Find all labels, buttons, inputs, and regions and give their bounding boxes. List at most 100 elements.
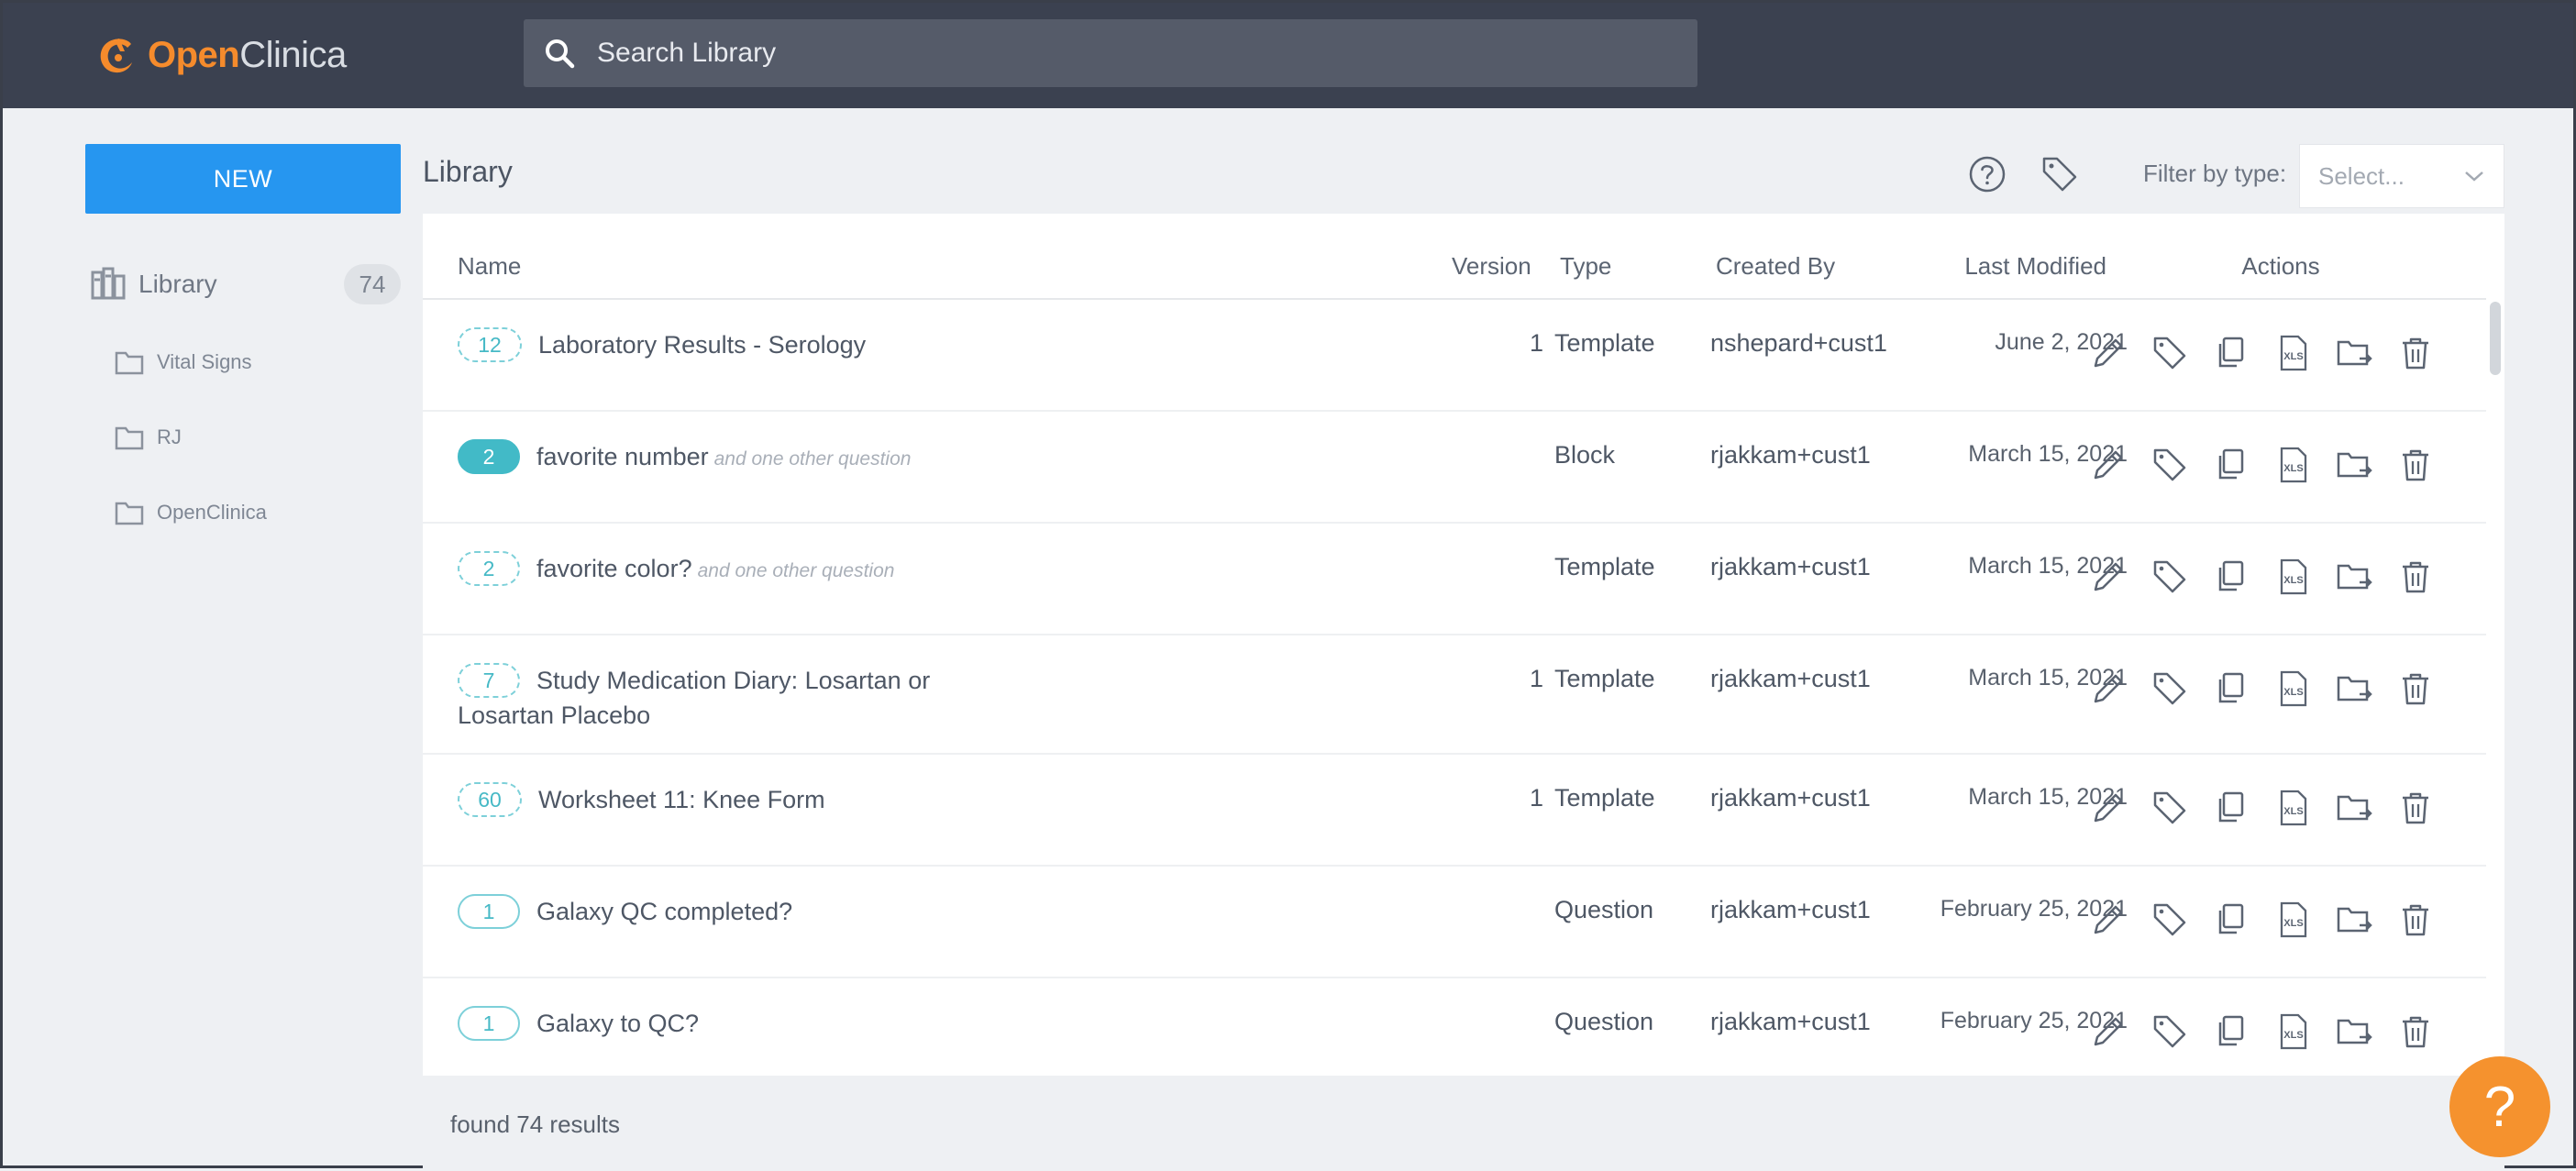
trash-icon[interactable]	[2397, 1013, 2434, 1050]
search-bar[interactable]	[524, 19, 1697, 87]
row-actions: XLS	[2090, 901, 2459, 938]
xls-icon[interactable]: XLS	[2274, 670, 2311, 707]
table-row[interactable]: 12 Laboratory Results - Serology 1 Template…	[423, 298, 2486, 412]
move-to-folder-icon[interactable]	[2336, 901, 2372, 938]
item-version: 1	[1529, 665, 1543, 692]
copy-icon[interactable]	[2213, 335, 2250, 371]
item-created-by: rjakkam+cust1	[1710, 784, 1871, 812]
table-scrollbar[interactable]	[2486, 298, 2504, 1076]
search-input[interactable]	[595, 37, 1653, 70]
table-row[interactable]: 1 Galaxy to QC? Question rjakkam+cust1 Febru…	[423, 977, 2486, 1077]
column-header-type[interactable]: Type	[1560, 252, 1611, 281]
item-created-by: rjakkam+cust1	[1710, 896, 1871, 923]
trash-icon[interactable]	[2397, 901, 2434, 938]
search-icon[interactable]	[544, 38, 575, 69]
tag-icon[interactable]	[2151, 558, 2188, 595]
table-header: Name Version Type Created By Last Modifi…	[423, 214, 2504, 300]
pencil-icon[interactable]	[2090, 558, 2127, 595]
copy-icon[interactable]	[2213, 901, 2250, 938]
xls-icon-text: XLS	[2283, 687, 2303, 698]
move-to-folder-icon[interactable]	[2336, 670, 2372, 707]
item-name[interactable]: favorite number and one other question	[458, 439, 971, 477]
item-name-text: Worksheet 11: Knee Form	[538, 786, 825, 813]
pencil-icon[interactable]	[2090, 1013, 2127, 1050]
sidebar-folder-openclinica[interactable]: OpenClinica	[115, 494, 267, 531]
app-logo[interactable]: OpenClinica	[94, 30, 347, 80]
tags-icon[interactable]	[2040, 155, 2079, 193]
xls-icon[interactable]: XLS	[2274, 901, 2311, 938]
xls-icon[interactable]: XLS	[2274, 558, 2311, 595]
table-row[interactable]: 7 Study Medication Diary: Losartan or Losa…	[423, 634, 2486, 755]
tag-icon[interactable]	[2151, 670, 2188, 707]
sidebar-item-library[interactable]: Library 74	[91, 260, 403, 309]
tag-icon[interactable]	[2151, 447, 2188, 483]
table-row[interactable]: 1 Galaxy QC completed? Question rjakkam+cus…	[423, 865, 2486, 978]
tag-icon[interactable]	[2151, 790, 2188, 826]
item-version: 1	[1529, 784, 1543, 812]
copy-icon[interactable]	[2213, 1013, 2250, 1050]
xls-icon[interactable]: XLS	[2274, 1013, 2311, 1050]
item-name[interactable]: favorite color? and one other question	[458, 551, 971, 589]
filter-by-type-select[interactable]: Select...	[2299, 144, 2504, 208]
row-actions: XLS	[2090, 447, 2459, 483]
new-button[interactable]: NEW	[85, 144, 401, 214]
folder-label: Vital Signs	[157, 350, 252, 373]
item-type: Template	[1554, 329, 1655, 357]
sidebar-folder-vital-signs[interactable]: Vital Signs	[115, 344, 252, 381]
sidebar-folder-rj[interactable]: RJ	[115, 419, 182, 456]
copy-icon[interactable]	[2213, 790, 2250, 826]
copy-icon[interactable]	[2213, 447, 2250, 483]
folder-label: RJ	[157, 425, 182, 448]
item-name[interactable]: Galaxy QC completed?	[458, 894, 971, 929]
copy-icon[interactable]	[2213, 558, 2250, 595]
move-to-folder-icon[interactable]	[2336, 790, 2372, 826]
library-count-badge: 74	[344, 264, 401, 304]
logo-text-clinica: Clinica	[239, 34, 347, 75]
item-name[interactable]: Worksheet 11: Knee Form	[458, 782, 971, 817]
pencil-icon[interactable]	[2090, 670, 2127, 707]
tag-icon[interactable]	[2151, 335, 2188, 371]
copy-icon[interactable]	[2213, 670, 2250, 707]
move-to-folder-icon[interactable]	[2336, 447, 2372, 483]
item-name[interactable]: Laboratory Results - Serology	[458, 327, 971, 362]
xls-icon-text: XLS	[2283, 463, 2303, 474]
tag-icon[interactable]	[2151, 1013, 2188, 1050]
pencil-icon[interactable]	[2090, 790, 2127, 826]
scrollbar-thumb[interactable]	[2490, 302, 2501, 375]
folder-label: OpenClinica	[157, 501, 267, 524]
column-header-version[interactable]: Version	[1452, 252, 1531, 281]
xls-icon[interactable]: XLS	[2274, 447, 2311, 483]
move-to-folder-icon[interactable]	[2336, 335, 2372, 371]
item-name-text: favorite number	[536, 443, 709, 470]
item-name[interactable]: Galaxy to QC?	[458, 1006, 971, 1041]
trash-icon[interactable]	[2397, 670, 2434, 707]
table-row[interactable]: 2 favorite color? and one other question Te…	[423, 522, 2486, 635]
pencil-icon[interactable]	[2090, 447, 2127, 483]
xls-icon[interactable]: XLS	[2274, 790, 2311, 826]
trash-icon[interactable]	[2397, 335, 2434, 371]
item-name-text: Study Medication Diary: Losartan or	[536, 667, 931, 694]
item-last-modified: June 2, 2021	[1995, 329, 2128, 355]
help-circle-icon[interactable]	[1968, 155, 2007, 193]
folder-icon	[115, 502, 144, 525]
pencil-icon[interactable]	[2090, 335, 2127, 371]
item-type: Question	[1554, 1008, 1654, 1035]
help-fab-button[interactable]: ?	[2449, 1056, 2550, 1157]
move-to-folder-icon[interactable]	[2336, 558, 2372, 595]
table-row[interactable]: 2 favorite number and one other question Bl…	[423, 410, 2486, 524]
column-header-last-modified[interactable]: Last Modified	[1813, 252, 2106, 281]
pencil-icon[interactable]	[2090, 901, 2127, 938]
item-type: Block	[1554, 441, 1616, 469]
tag-icon[interactable]	[2151, 901, 2188, 938]
top-bar: OpenClinica	[3, 3, 2573, 108]
trash-icon[interactable]	[2397, 790, 2434, 826]
move-to-folder-icon[interactable]	[2336, 1013, 2372, 1050]
item-name[interactable]: Study Medication Diary: Losartan or Losar…	[458, 663, 971, 733]
filter-select-value: Select...	[2318, 161, 2405, 190]
chevron-down-icon	[2465, 171, 2483, 182]
trash-icon[interactable]	[2397, 558, 2434, 595]
column-header-name[interactable]: Name	[458, 252, 521, 281]
xls-icon[interactable]: XLS	[2274, 335, 2311, 371]
trash-icon[interactable]	[2397, 447, 2434, 483]
table-row[interactable]: 60 Worksheet 11: Knee Form 1 Template rjakka…	[423, 753, 2486, 867]
